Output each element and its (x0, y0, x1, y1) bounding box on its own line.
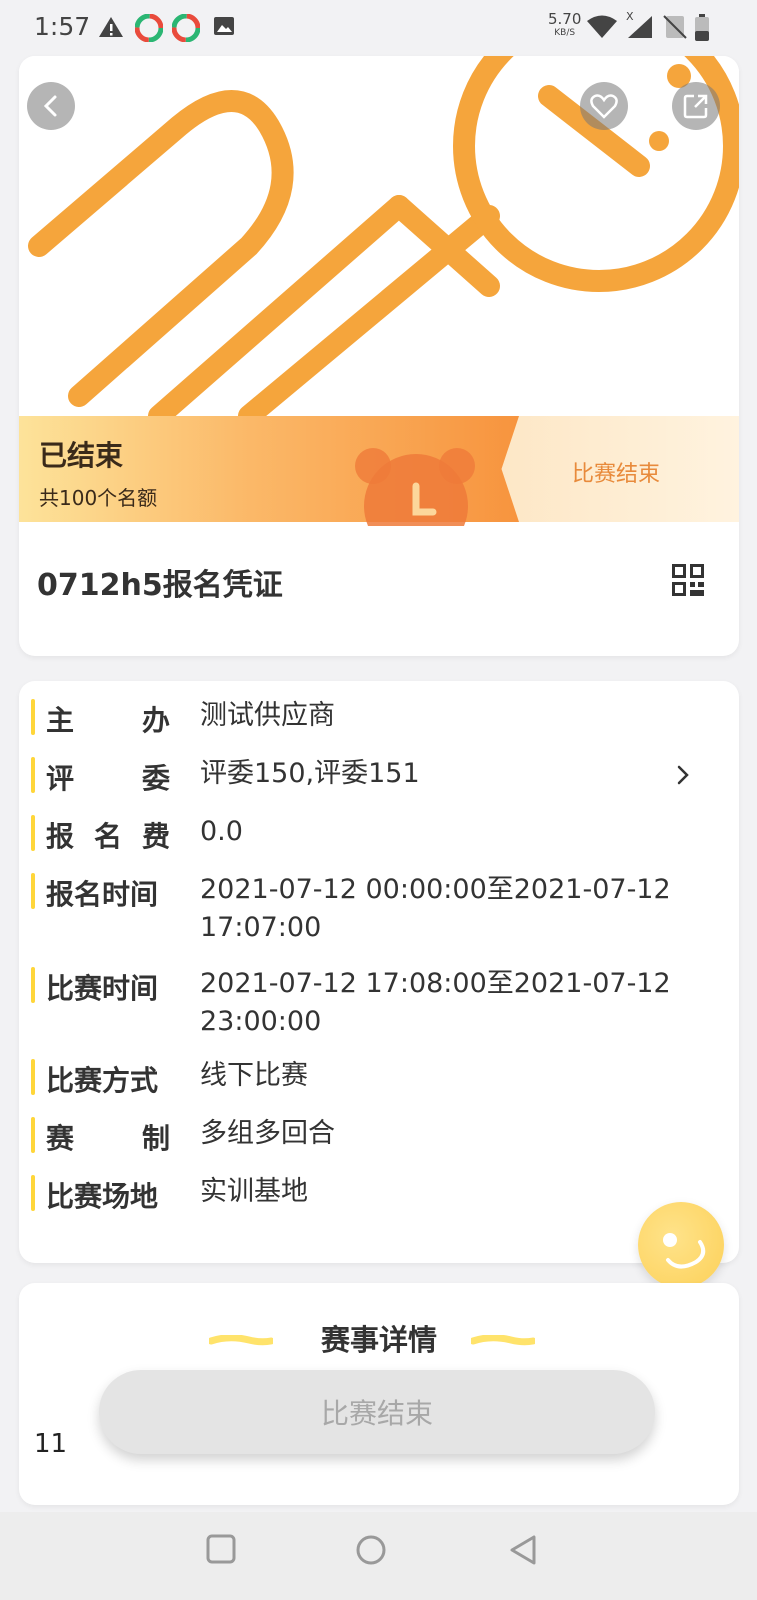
no-sim-icon (663, 15, 687, 39)
info-row-judges[interactable]: 评委 评委150,评委151 (19, 755, 739, 795)
quota-text: 共100个名额 (39, 486, 158, 510)
details-title: 赛事详情 (320, 1323, 437, 1357)
event-banner (19, 56, 739, 427)
recents-icon[interactable] (206, 1534, 236, 1564)
favorite-button[interactable] (580, 82, 628, 130)
info-row-venue: 比赛场地 实训基地 (19, 1173, 739, 1213)
app-notification-icon (135, 14, 163, 42)
details-body: 11 (34, 1429, 68, 1459)
info-row-signup-time: 报名时间 2021-07-12 00:00:00至2021-07-12 17:0… (19, 871, 739, 947)
back-button[interactable] (27, 82, 75, 130)
decor-stroke-right (471, 1335, 535, 1346)
info-label: 评委 (46, 762, 170, 795)
info-value: 多组多回合 (200, 1118, 335, 1149)
info-row-fee: 报名费 0.0 (19, 813, 739, 853)
info-value: 线下比赛 (200, 1060, 308, 1091)
chevron-right-icon[interactable] (675, 764, 691, 786)
info-value: 实训基地 (200, 1176, 308, 1207)
qr-code-icon[interactable] (672, 564, 704, 596)
system-nav-bar (0, 1512, 757, 1600)
app-notification-icon (172, 14, 200, 42)
info-label: 报名费 (46, 820, 170, 853)
info-label: 主办 (46, 704, 170, 737)
wifi-icon (587, 15, 617, 38)
info-value: 2021-07-12 00:00:00至2021-07-12 17:07:00 (200, 874, 671, 943)
assistant-icon (663, 1233, 706, 1269)
status-badge: 比赛结束 (572, 462, 661, 487)
event-status-strip: 已结束 共100个名额 比赛结束 (19, 416, 739, 526)
status-bar: 1:57 5.70 KB/S X (0, 0, 757, 56)
info-label: 赛制 (46, 1122, 170, 1155)
info-value: 评委150,评委151 (200, 758, 420, 789)
match-ended-button[interactable]: 比赛结束 (99, 1370, 655, 1454)
share-button[interactable] (672, 82, 720, 130)
home-icon[interactable] (355, 1534, 387, 1566)
info-row-organizer: 主办 测试供应商 (19, 697, 739, 737)
share-icon (683, 94, 708, 119)
warning-icon (99, 17, 123, 37)
info-row-match-mode: 比赛方式 线下比赛 (19, 1057, 739, 1097)
info-row-match-time: 比赛时间 2021-07-12 17:08:00至2021-07-12 23:0… (19, 965, 739, 1041)
info-label: 比赛方式 (46, 1064, 159, 1097)
info-value: 测试供应商 (200, 700, 335, 731)
microphone-illustration (28, 56, 739, 427)
back-nav-icon[interactable] (508, 1534, 538, 1566)
info-value: 0.0 (200, 816, 243, 847)
heart-icon (590, 94, 618, 119)
info-label: 比赛场地 (46, 1180, 159, 1213)
floating-assistant-button[interactable] (638, 1202, 724, 1288)
image-icon (214, 17, 234, 35)
battery-icon (695, 14, 709, 41)
network-speed: 5.70 KB/S (548, 10, 582, 39)
status-time: 1:57 (34, 12, 91, 41)
signal-icon (628, 16, 652, 38)
certificate-title: 0712h5报名凭证 (37, 568, 283, 603)
event-info-card: 主办 测试供应商 评委 评委150,评委151 报名费 0.0 报名时间 202… (19, 681, 739, 1263)
chevron-left-icon (43, 95, 57, 117)
info-row-format: 赛制 多组多回合 (19, 1115, 739, 1155)
certificate-row: 0712h5报名凭证 (19, 522, 739, 656)
info-label: 比赛时间 (46, 972, 159, 1005)
event-header-card: 已结束 共100个名额 比赛结束 0712h5报名凭证 (19, 56, 739, 656)
info-value: 2021-07-12 17:08:00至2021-07-12 23:00:00 (200, 968, 671, 1037)
alarm-clock-icon (355, 448, 475, 526)
info-label: 报名时间 (46, 878, 159, 911)
status-title: 已结束 (39, 439, 124, 472)
